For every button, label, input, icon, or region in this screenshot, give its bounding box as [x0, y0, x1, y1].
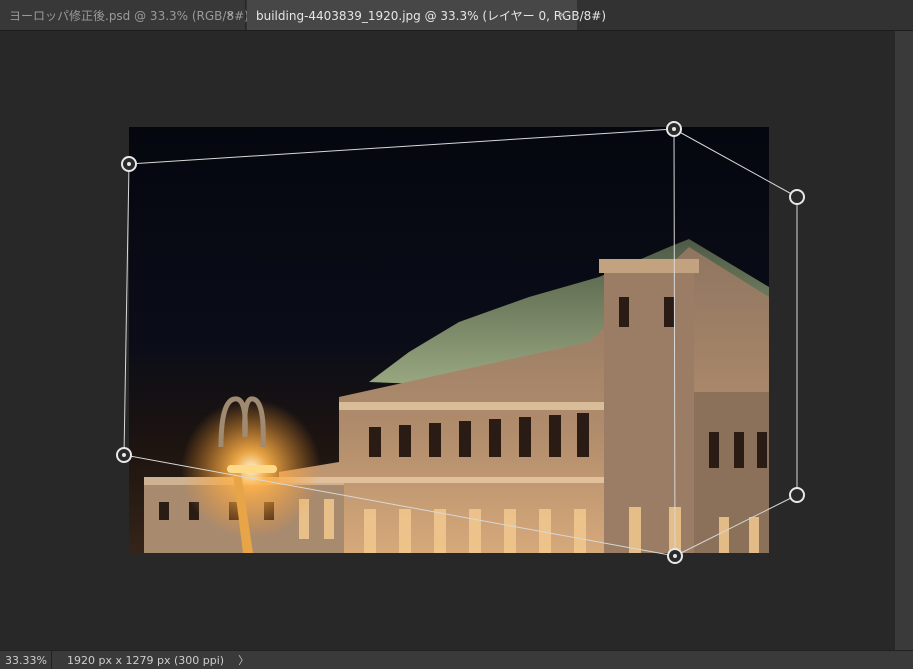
document-info: 1920 px x 1279 px (300 ppi) [67, 653, 225, 667]
transform-overlay [116, 121, 805, 564]
transform-edge-top-right [673, 128, 798, 198]
chevron-right-icon[interactable]: 〉 [224, 652, 249, 668]
transform-edge-left [123, 163, 130, 456]
transform-edge-bottom [123, 454, 676, 557]
transform-edge-top [128, 128, 675, 165]
transform-guide-center [673, 128, 676, 557]
zoom-level[interactable]: 33.33% [0, 651, 52, 669]
transform-handle[interactable] [789, 487, 805, 503]
transform-handle[interactable] [789, 189, 805, 205]
status-bar: 33.33% 1920 px x 1279 px (300 ppi) 〉 [0, 650, 913, 669]
transform-edge-bottom-right [674, 494, 798, 557]
